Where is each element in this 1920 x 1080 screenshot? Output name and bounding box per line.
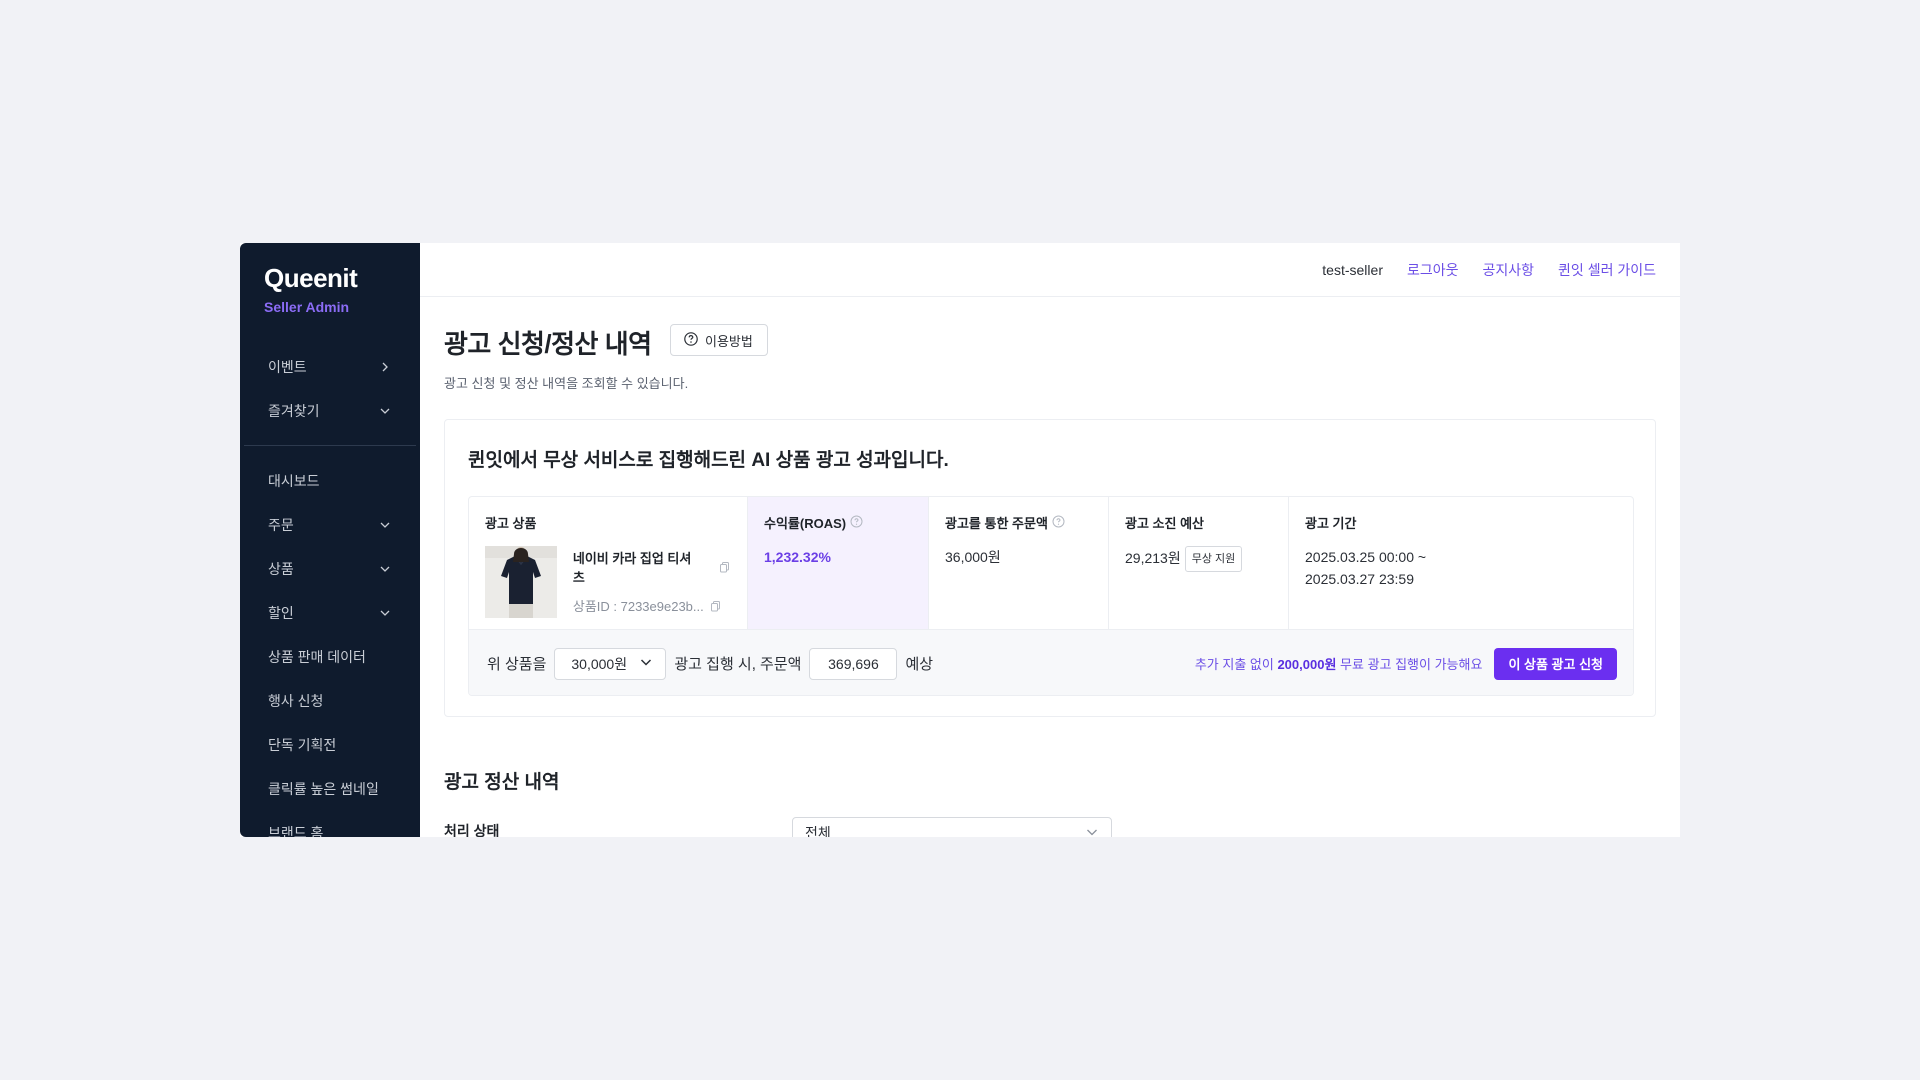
seller-guide-link[interactable]: 퀸잇 셀러 가이드 (1558, 260, 1656, 280)
sidebar-item-event-apply[interactable]: 행사 신청 (244, 683, 416, 719)
sidebar-item-label: 브랜드 홈 (268, 825, 324, 837)
budget-select[interactable]: 30,000원 (554, 647, 667, 680)
note-amount: 200,000원 (1277, 657, 1337, 672)
chevron-down-icon (378, 562, 392, 576)
help-button[interactable]: 이용방법 (670, 324, 768, 356)
product-header: 광고 상품 (485, 516, 537, 531)
budget-header: 광고 소진 예산 (1125, 516, 1204, 531)
page-title: 광고 신청/정산 내역 (444, 329, 652, 359)
order-amount-header: 광고를 통한 주문액 (945, 513, 1092, 532)
sidebar-item-label: 대시보드 (268, 473, 320, 489)
chevron-down-icon (378, 606, 392, 620)
product-name: 네이비 카라 집업 티셔츠 (572, 551, 692, 585)
settlement-title: 광고 정산 내역 (444, 772, 560, 793)
sidebar-item-label: 클릭률 높은 썸네일 (268, 781, 379, 797)
page-description: 광고 신청 및 정산 내역을 조회할 수 있습니다. (444, 376, 689, 391)
budget-value: 29,213원 (1125, 550, 1181, 566)
info-icon[interactable] (1052, 515, 1065, 531)
budget-select-value: 30,000원 (571, 655, 628, 672)
sidebar-item-brand-home[interactable]: 브랜드 홈 (244, 815, 416, 837)
free-ad-note: 추가 지출 없이 200,000원 무료 광고 집행이 가능해요 (1195, 654, 1483, 673)
sidebar-item-favorites[interactable]: 즐겨찾기 (244, 393, 416, 429)
sidebar-item-label: 행사 신청 (268, 693, 324, 709)
period-value: 2025.03.25 00:00 ~ 2025.03.27 23:59 (1305, 546, 1619, 590)
note-suffix: 무료 광고 집행이 가능해요 (1340, 657, 1483, 672)
sidebar: Queenit Seller Admin 이벤트 즐겨찾기 대시보드 주문 상품 (240, 243, 420, 837)
status-filter-value: 전체 (805, 825, 831, 837)
chevron-down-icon (1085, 825, 1099, 838)
simulation-bar: 위 상품을 30,000원 광고 집행 시, 주문액 예상 추가 지출 없이 2… (469, 629, 1633, 695)
performance-table: 광고 상품 네이비 카라 집업 티셔츠 상품ID: 7233e9e23b...… (468, 496, 1634, 696)
sidebar-item-discount[interactable]: 할인 (244, 595, 416, 631)
ad-performance-panel: 퀸잇에서 무상 서비스로 집행해드린 AI 상품 광고 성과입니다. 광고 상품 (444, 419, 1656, 717)
notice-link[interactable]: 공지사항 (1483, 260, 1535, 280)
period-end: 2025.03.27 23:59 (1305, 571, 1414, 587)
period-header: 광고 기간 (1305, 516, 1357, 531)
simulation-middle: 광고 집행 시, 주문액 (674, 656, 802, 673)
sidebar-item-label: 할인 (268, 605, 294, 621)
sidebar-item-sales-data[interactable]: 상품 판매 데이터 (244, 639, 416, 675)
info-icon[interactable] (850, 515, 863, 531)
status-filter-label: 처리 상태 (444, 823, 500, 837)
chevron-down-icon (639, 655, 653, 672)
sidebar-item-event[interactable]: 이벤트 (244, 349, 416, 385)
brand-subtitle: Seller Admin (264, 299, 350, 315)
note-prefix: 추가 지출 없이 (1194, 657, 1274, 672)
free-support-badge: 무상 지원 (1184, 546, 1243, 572)
chevron-down-icon (378, 518, 392, 532)
sidebar-item-label: 상품 판매 데이터 (268, 649, 366, 665)
main-content: 광고 신청/정산 내역 이용방법 광고 신청 및 정산 내역을 조회할 수 있습… (420, 297, 1680, 837)
product-name-row: 네이비 카라 집업 티셔츠 (573, 548, 731, 586)
apply-ad-button[interactable]: 이 상품 광고 신청 (1494, 647, 1617, 680)
sidebar-item-label: 상품 (268, 561, 294, 577)
user-name: test-seller (1322, 262, 1383, 278)
period-start: 2025.03.25 00:00 ~ (1305, 549, 1427, 565)
copy-icon[interactable] (719, 561, 731, 573)
performance-row: 광고 상품 네이비 카라 집업 티셔츠 상품ID: 7233e9e23b...… (469, 497, 1633, 629)
order-amount-header-label: 광고를 통한 주문액 (945, 516, 1048, 531)
help-button-label: 이용방법 (705, 333, 753, 349)
product-id: 상품ID : 7233e9e23b... (572, 599, 704, 614)
sidebar-item-label: 즐겨찾기 (268, 403, 320, 419)
roas-value: 1,232.32% (764, 549, 831, 565)
top-header: test-seller 로그아웃 공지사항 퀸잇 셀러 가이드 (420, 243, 1680, 297)
product-id-row: 상품ID : 7233e9e23b... (573, 596, 731, 615)
header-links: test-seller 로그아웃 공지사항 퀸잇 셀러 가이드 (1322, 243, 1656, 297)
product-cell: 광고 상품 네이비 카라 집업 티셔츠 상품ID: 7233e9e23b... (469, 497, 748, 629)
sidebar-item-orders[interactable]: 주문 (244, 507, 416, 543)
copy-icon[interactable] (710, 600, 722, 612)
estimated-order-input[interactable] (809, 647, 898, 680)
brand-logo[interactable]: Queenit (264, 263, 358, 294)
sidebar-item-label: 주문 (268, 517, 294, 533)
chevron-down-icon (378, 404, 392, 418)
logout-link[interactable]: 로그아웃 (1407, 260, 1459, 280)
question-circle-icon (683, 331, 699, 350)
period-cell: 광고 기간 2025.03.25 00:00 ~ 2025.03.27 23:5… (1289, 497, 1633, 629)
sidebar-item-label: 단독 기획전 (268, 737, 337, 753)
order-amount-cell: 광고를 통한 주문액 36,000원 (929, 497, 1109, 629)
sidebar-item-label: 이벤트 (268, 359, 307, 375)
sidebar-item-dashboard[interactable]: 대시보드 (244, 463, 416, 499)
sidebar-item-products[interactable]: 상품 (244, 551, 416, 587)
product-info: 네이비 카라 집업 티셔츠 상품ID : 7233e9e23b... (485, 546, 731, 618)
chevron-right-icon (378, 360, 392, 374)
budget-value-row: 29,213원 무상 지원 (1125, 546, 1272, 572)
product-text: 네이비 카라 집업 티셔츠 상품ID : 7233e9e23b... (573, 546, 731, 618)
status-filter-select[interactable]: 전체 (792, 817, 1112, 837)
sidebar-item-exclusive[interactable]: 단독 기획전 (244, 727, 416, 763)
sidebar-divider (244, 445, 416, 446)
roas-header: 수익률(ROAS) (764, 513, 912, 532)
simulation-prefix: 위 상품을 (487, 656, 547, 673)
panel-title: 퀸잇에서 무상 서비스로 집행해드린 AI 상품 광고 성과입니다. (468, 450, 949, 471)
app-window: Queenit Seller Admin 이벤트 즐겨찾기 대시보드 주문 상품 (240, 243, 1680, 837)
product-thumbnail[interactable] (485, 546, 557, 618)
simulation-suffix: 예상 (905, 656, 934, 673)
roas-header-label: 수익률(ROAS) (764, 516, 847, 531)
order-amount-value: 36,000원 (945, 549, 1001, 565)
budget-cell: 광고 소진 예산 29,213원 무상 지원 (1109, 497, 1289, 629)
sidebar-item-thumbnail[interactable]: 클릭률 높은 썸네일 (244, 771, 416, 807)
roas-cell: 수익률(ROAS) 1,232.32% (748, 497, 929, 629)
